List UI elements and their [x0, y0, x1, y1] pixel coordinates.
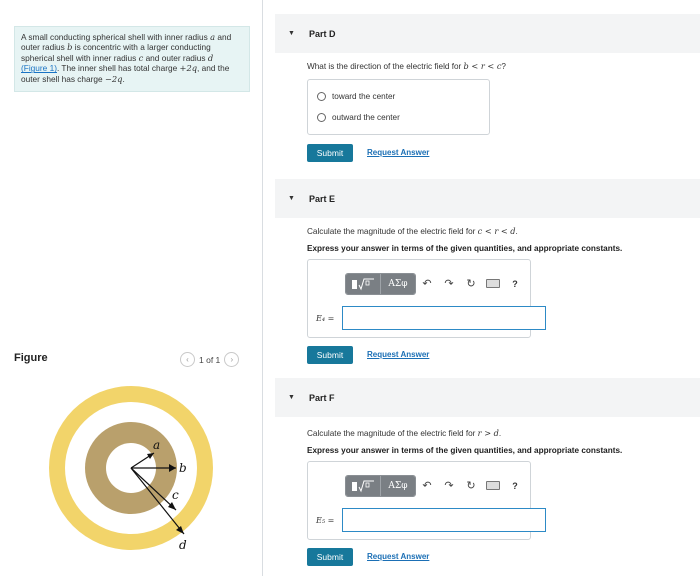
- collapse-triangle-icon[interactable]: ▼: [288, 30, 295, 37]
- label-c: c: [172, 488, 179, 502]
- left-panel: A small conducting spherical shell with …: [0, 0, 262, 576]
- inner-charge: +2q: [179, 63, 198, 74]
- redo-icon[interactable]: ↷: [438, 479, 460, 492]
- figure-link[interactable]: (Figure 1): [21, 63, 57, 73]
- undo-icon[interactable]: ↶: [416, 479, 438, 492]
- question-text: ?: [501, 62, 506, 71]
- fraction-root-template-button[interactable]: [346, 274, 381, 294]
- part-f-label: Part F: [308, 392, 335, 403]
- part-f-answer-box: ΑΣφ ↶ ↷ ↻ ? E₅ =: [307, 461, 546, 540]
- fraction-root-template-button[interactable]: [346, 476, 381, 496]
- collapse-triangle-icon[interactable]: ▼: [288, 394, 295, 401]
- part-f-instruction: Express your answer in terms of the give…: [307, 446, 623, 455]
- redo-icon[interactable]: ↷: [438, 277, 460, 290]
- part-d-submit-button[interactable]: Submit: [307, 144, 353, 162]
- keyboard-icon[interactable]: [482, 481, 504, 490]
- greek-symbols-button[interactable]: ΑΣφ: [381, 476, 415, 496]
- shells-figure: a b c d: [49, 386, 213, 552]
- part-e-request-answer-link[interactable]: Request Answer: [367, 350, 429, 359]
- part-f-header[interactable]: ▼ Part F: [275, 378, 700, 417]
- part-f-submit-button[interactable]: Submit: [307, 548, 353, 566]
- keyboard-icon[interactable]: [482, 279, 504, 288]
- collapse-triangle-icon[interactable]: ▼: [288, 195, 295, 202]
- template-buttons: ΑΣφ: [345, 475, 416, 497]
- question-text: Calculate the magnitude of the electric …: [307, 429, 478, 438]
- part-f-request-answer-link[interactable]: Request Answer: [367, 552, 429, 561]
- problem-text: A small conducting spherical shell with …: [21, 32, 211, 42]
- label-d: d: [179, 538, 187, 552]
- part-e-submit-button[interactable]: Submit: [307, 346, 353, 364]
- option-label: outward the center: [332, 113, 400, 122]
- outer-charge: −2q: [104, 73, 123, 84]
- question-text: .: [498, 429, 502, 438]
- fraction-root-icon: [352, 480, 374, 492]
- part-d-question: What is the direction of the electric fi…: [307, 61, 506, 71]
- math-toolbar: ΑΣφ ↶ ↷ ↻ ?: [345, 271, 526, 296]
- figure-title: Figure: [14, 352, 48, 364]
- part-d-label: Part D: [308, 28, 336, 39]
- option-outward-center[interactable]: outward the center: [317, 113, 400, 122]
- part-e-question: Calculate the magnitude of the electric …: [307, 226, 518, 236]
- undo-icon[interactable]: ↶: [416, 277, 438, 290]
- radio-button[interactable]: [317, 92, 326, 101]
- question-text: What is the direction of the electric fi…: [307, 62, 464, 71]
- problem-text: . The inner shell has total charge: [56, 63, 180, 74]
- chevron-right-icon[interactable]: ›: [224, 352, 240, 367]
- question-text: .: [515, 227, 518, 236]
- help-icon[interactable]: ?: [504, 481, 526, 491]
- e4-label: E₄ =: [316, 314, 335, 323]
- fraction-root-icon: [352, 278, 374, 290]
- label-a: a: [153, 438, 160, 452]
- question-text: Calculate the magnitude of the electric …: [307, 227, 478, 236]
- greek-symbols-button[interactable]: ΑΣφ: [381, 274, 415, 294]
- part-d-header[interactable]: ▼ Part D: [275, 14, 700, 53]
- reset-icon[interactable]: ↻: [460, 277, 482, 290]
- figure-pager: ‹ 1 of 1 ›: [180, 352, 240, 367]
- part-e-label: Part E: [308, 193, 335, 204]
- question-math: c < r < d: [477, 226, 516, 236]
- e5-answer-input[interactable]: [342, 508, 546, 532]
- option-toward-center[interactable]: toward the center: [317, 92, 395, 101]
- panel-divider: [262, 0, 263, 576]
- reset-icon[interactable]: ↻: [460, 479, 482, 492]
- part-f-question: Calculate the magnitude of the electric …: [307, 428, 501, 438]
- part-d-request-answer-link[interactable]: Request Answer: [367, 148, 429, 157]
- math-toolbar: ΑΣφ ↶ ↷ ↻ ?: [345, 473, 526, 498]
- radio-button[interactable]: [317, 113, 326, 122]
- part-e-instruction: Express your answer in terms of the give…: [307, 244, 623, 253]
- option-label: toward the center: [332, 92, 396, 101]
- part-d-options: toward the center outward the center: [307, 79, 490, 135]
- e4-answer-input[interactable]: [342, 306, 546, 330]
- chevron-left-icon[interactable]: ‹: [180, 352, 195, 367]
- question-math: b < r < c: [463, 61, 502, 71]
- problem-text: .: [122, 73, 125, 84]
- part-e-header[interactable]: ▼ Part E: [275, 179, 700, 218]
- problem-text: and outer radius: [143, 52, 208, 63]
- e5-label: E₅ =: [316, 516, 335, 525]
- var-d: d: [207, 52, 214, 63]
- template-buttons: ΑΣφ: [345, 273, 416, 295]
- label-b: b: [179, 461, 187, 475]
- help-icon[interactable]: ?: [504, 279, 526, 289]
- right-panel: ▼ Part D What is the direction of the el…: [275, 0, 700, 576]
- problem-statement: A small conducting spherical shell with …: [14, 26, 250, 92]
- question-math: r > d: [477, 428, 499, 438]
- pager-text: 1 of 1: [199, 354, 221, 365]
- part-e-answer-box: ΑΣφ ↶ ↷ ↻ ? E₄ =: [307, 259, 546, 338]
